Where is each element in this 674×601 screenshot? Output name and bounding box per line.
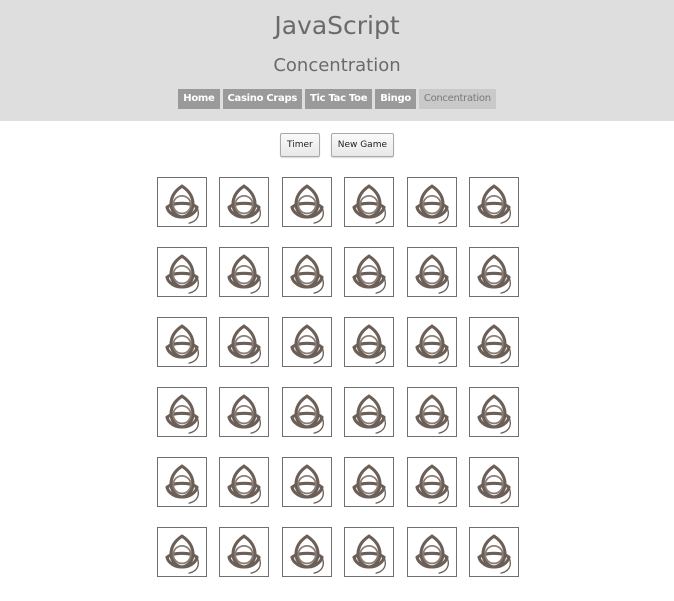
- nav-item-bingo[interactable]: Bingo: [375, 89, 416, 109]
- triquetra-icon: [415, 394, 449, 434]
- memory-card[interactable]: [468, 317, 519, 367]
- memory-card[interactable]: [406, 317, 457, 367]
- triquetra-icon: [477, 324, 511, 364]
- game-controls: Timer New Game: [0, 133, 674, 157]
- triquetra-icon: [415, 534, 449, 574]
- nav-item-home[interactable]: Home: [178, 89, 220, 109]
- triquetra-icon: [227, 254, 262, 294]
- nav-bar: Home Casino Craps Tic Tac Toe Bingo Conc…: [0, 89, 674, 109]
- triquetra-icon: [352, 394, 387, 434]
- triquetra-icon: [227, 464, 262, 504]
- memory-card[interactable]: [344, 387, 395, 437]
- memory-card[interactable]: [281, 387, 332, 437]
- timer-button[interactable]: Timer: [279, 133, 320, 157]
- triquetra-icon: [352, 324, 387, 364]
- memory-card[interactable]: [157, 177, 207, 227]
- triquetra-icon: [290, 254, 324, 294]
- memory-card[interactable]: [219, 317, 270, 367]
- new-game-button[interactable]: New Game: [330, 133, 395, 157]
- memory-card[interactable]: [406, 527, 457, 577]
- triquetra-icon: [227, 184, 262, 224]
- triquetra-icon: [227, 534, 262, 574]
- triquetra-icon: [477, 464, 511, 504]
- memory-card[interactable]: [344, 317, 395, 367]
- triquetra-icon: [415, 254, 449, 294]
- memory-card[interactable]: [468, 177, 519, 227]
- triquetra-icon: [352, 254, 387, 294]
- memory-card[interactable]: [344, 177, 395, 227]
- triquetra-icon: [165, 184, 199, 224]
- memory-card[interactable]: [468, 247, 519, 297]
- memory-card[interactable]: [281, 317, 332, 367]
- memory-card[interactable]: [468, 387, 519, 437]
- memory-card[interactable]: [157, 457, 207, 507]
- card-grid: [157, 177, 519, 577]
- memory-card[interactable]: [468, 527, 519, 577]
- memory-card[interactable]: [468, 457, 519, 507]
- nav-item-casino-craps[interactable]: Casino Craps: [222, 89, 302, 109]
- triquetra-icon: [290, 534, 324, 574]
- memory-card[interactable]: [281, 177, 332, 227]
- nav-item-concentration[interactable]: Concentration: [418, 89, 496, 109]
- triquetra-icon: [477, 534, 511, 574]
- memory-card[interactable]: [344, 247, 395, 297]
- memory-card[interactable]: [344, 527, 395, 577]
- page-subtitle: Concentration: [273, 55, 401, 76]
- triquetra-icon: [165, 324, 199, 364]
- site-title: JavaScript: [274, 11, 400, 40]
- memory-card[interactable]: [157, 317, 207, 367]
- triquetra-icon: [165, 464, 199, 504]
- triquetra-icon: [352, 184, 387, 224]
- nav-item-tic-tac-toe[interactable]: Tic Tac Toe: [304, 89, 373, 109]
- triquetra-icon: [477, 254, 511, 294]
- memory-card[interactable]: [219, 457, 270, 507]
- memory-card[interactable]: [281, 527, 332, 577]
- memory-card[interactable]: [219, 247, 270, 297]
- memory-card[interactable]: [157, 387, 207, 437]
- memory-card[interactable]: [406, 387, 457, 437]
- triquetra-icon: [165, 254, 199, 294]
- memory-card[interactable]: [157, 247, 207, 297]
- triquetra-icon: [165, 534, 199, 574]
- triquetra-icon: [227, 324, 262, 364]
- triquetra-icon: [290, 464, 324, 504]
- triquetra-icon: [290, 184, 324, 224]
- memory-card[interactable]: [219, 387, 270, 437]
- triquetra-icon: [290, 324, 324, 364]
- memory-card[interactable]: [219, 527, 270, 577]
- triquetra-icon: [352, 464, 387, 504]
- memory-card[interactable]: [157, 527, 207, 577]
- page-header: JavaScript Concentration Home Casino Cra…: [0, 0, 674, 121]
- memory-card[interactable]: [344, 457, 395, 507]
- triquetra-icon: [477, 184, 511, 224]
- triquetra-icon: [415, 184, 449, 224]
- triquetra-icon: [352, 534, 387, 574]
- triquetra-icon: [227, 394, 262, 434]
- memory-card[interactable]: [219, 177, 270, 227]
- triquetra-icon: [415, 464, 449, 504]
- triquetra-icon: [415, 324, 449, 364]
- triquetra-icon: [477, 394, 511, 434]
- triquetra-icon: [290, 394, 324, 434]
- triquetra-icon: [165, 394, 199, 434]
- memory-card[interactable]: [406, 247, 457, 297]
- memory-card[interactable]: [281, 247, 332, 297]
- memory-card[interactable]: [406, 457, 457, 507]
- memory-card[interactable]: [281, 457, 332, 507]
- memory-card[interactable]: [406, 177, 457, 227]
